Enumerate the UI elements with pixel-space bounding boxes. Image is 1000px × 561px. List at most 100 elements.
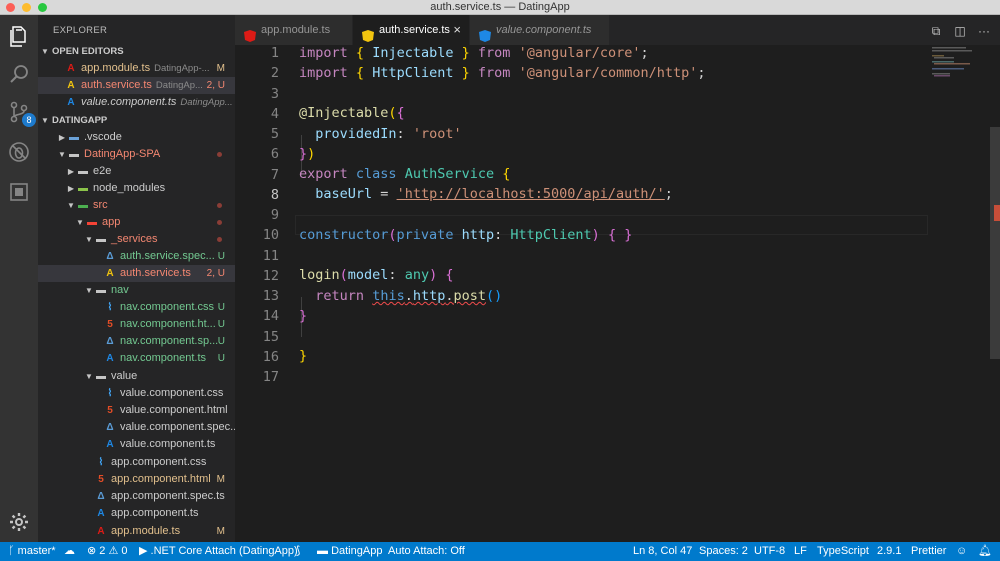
line-number: 5 xyxy=(270,126,279,142)
workspace-header[interactable]: ▼ DATINGAPP xyxy=(38,112,235,129)
tree-item-label: value.component.spec... xyxy=(120,421,235,433)
chevron-down-icon[interactable]: ▼ xyxy=(75,214,85,231)
files-icon[interactable] xyxy=(7,24,31,48)
line-number: 10 xyxy=(262,227,279,244)
tree-item-label: app.module.ts xyxy=(111,525,181,537)
close-icon[interactable]: × xyxy=(453,15,461,45)
ts-file-icon: A xyxy=(97,508,105,519)
tree-file[interactable]: ⌇ nav.component.css U xyxy=(38,299,235,316)
tree-folder[interactable]: ▼ ▬ nav xyxy=(38,282,235,299)
tree-item-label: app.component.ts xyxy=(111,507,199,519)
tree-file[interactable]: Δvalue.component.spec... xyxy=(38,419,235,436)
git-branch-icon: ᚴ xyxy=(8,545,15,557)
chevron-right-icon[interactable]: ▶ xyxy=(66,180,76,197)
angular-service-icon xyxy=(362,24,374,42)
sync-icon[interactable]: ☁ xyxy=(64,542,75,561)
eol-status[interactable]: LF xyxy=(794,542,807,561)
code-line: baseUrl = 'http://localhost:5000/api/aut… xyxy=(315,186,673,202)
settings-gear-icon[interactable] xyxy=(7,510,31,534)
chevron-down-icon[interactable]: ▼ xyxy=(84,368,94,385)
source-control-icon[interactable]: 8 xyxy=(7,100,36,127)
indentation-status[interactable]: Spaces: 2 xyxy=(699,542,748,561)
formatter-status[interactable]: Prettier xyxy=(911,542,946,561)
git-status: M xyxy=(216,63,225,74)
chevron-right-icon[interactable]: ▶ xyxy=(57,129,67,146)
split-editor-icon[interactable]: ◫ xyxy=(952,23,968,39)
line-number: 11 xyxy=(262,247,279,264)
cursor-position[interactable]: Ln 8, Col 47 xyxy=(633,542,692,561)
tree-item-label: auth.service.spec... xyxy=(120,250,215,262)
tree-file[interactable]: Aapp.module.ts M xyxy=(38,523,235,540)
warning-icon: ⚠ xyxy=(108,545,119,557)
tree-file[interactable]: ⌇ value.component.css xyxy=(38,385,235,402)
tree-folder[interactable]: ▶ ▬ node_modules xyxy=(38,180,235,197)
tab-auth-service[interactable]: auth.service.ts × xyxy=(353,15,470,45)
open-changes-icon[interactable]: ⧉ xyxy=(928,23,944,39)
tree-file[interactable]: Aapp.component.ts xyxy=(38,505,235,522)
window-title: auth.service.ts — DatingApp xyxy=(430,1,570,13)
branch-status[interactable]: ᚴ master* xyxy=(8,542,56,561)
tree-file[interactable]: 5 app.component.html M xyxy=(38,471,235,488)
chevron-down-icon[interactable]: ▼ xyxy=(84,231,94,248)
tree-folder[interactable]: ▼ ▬ app xyxy=(38,214,235,231)
tree-file[interactable]: Anav.component.ts U xyxy=(38,350,235,367)
folder-icon: ▬ xyxy=(87,217,97,228)
open-editor-item[interactable]: A value.component.ts DatingApp... xyxy=(38,94,235,111)
tree-item-label: nav.component.css xyxy=(120,301,214,313)
ts-version[interactable]: 2.9.1 xyxy=(877,542,901,561)
scrollbar-thumb[interactable] xyxy=(990,127,1000,359)
tree-file[interactable]: 5 nav.component.ht... U xyxy=(38,316,235,333)
scm-badge: 8 xyxy=(22,113,36,127)
tree-file[interactable]: Δauth.service.spec... U xyxy=(38,248,235,265)
code-editor[interactable]: 1 2 3 4 5 6 7 8 9 10 11 12 13 14 15 16 17 import { Injec… xyxy=(235,45,990,542)
folder-icon: ▬ xyxy=(69,149,79,160)
encoding-status[interactable]: UTF-8 xyxy=(754,542,785,561)
minimap[interactable] xyxy=(930,45,990,85)
tree-folder[interactable]: ▶ ▬ e2e xyxy=(38,163,235,180)
search-icon[interactable] xyxy=(7,62,31,86)
tree-file[interactable]: Δnav.component.sp... U xyxy=(38,333,235,350)
chevron-down-icon[interactable]: ▼ xyxy=(84,282,94,299)
spec-file-icon: Δ xyxy=(106,422,114,433)
open-editor-item[interactable]: A auth.service.ts DatingAp... 2, U xyxy=(38,77,235,94)
tree-folder[interactable]: ▼ ▬ value xyxy=(38,368,235,385)
tree-folder[interactable]: ▼ ▬ _services xyxy=(38,231,235,248)
debug-config-status[interactable]: ▶ .NET Core Attach (DatingApp) xyxy=(139,542,298,561)
chevron-right-icon[interactable]: ▶ xyxy=(66,163,76,180)
tree-item-label: app.component.html xyxy=(111,473,211,485)
debug-icon[interactable] xyxy=(7,140,31,164)
auto-attach-status[interactable]: Auto Attach: Off xyxy=(388,542,465,561)
chevron-down-icon[interactable]: ▼ xyxy=(66,197,76,214)
tree-folder[interactable]: ▶ ▬ .vscode xyxy=(38,129,235,146)
feedback-icon[interactable]: ☺ xyxy=(956,542,967,561)
line-number: 6 xyxy=(270,146,279,163)
more-actions-icon[interactable]: ··· xyxy=(976,23,992,39)
code-line: import { Injectable } from '@angular/cor… xyxy=(299,45,649,61)
tab-value-component[interactable]: value.component.ts xyxy=(470,15,610,45)
live-share-icon[interactable]: ⟆ xyxy=(296,542,300,561)
line-number: 3 xyxy=(270,85,279,102)
tree-folder[interactable]: ▼ ▬ DatingApp-SPA xyxy=(38,146,235,163)
ts-file-icon: A xyxy=(106,439,114,450)
problems-status[interactable]: ⊗ 2 ⚠ 0 xyxy=(87,542,128,561)
editor-scrollbar[interactable] xyxy=(990,45,1000,542)
tree-file[interactable]: ⌇ app.component.css xyxy=(38,454,235,471)
notifications-icon[interactable]: 🔔︎ xyxy=(978,542,992,561)
language-mode[interactable]: TypeScript xyxy=(817,542,869,561)
extensions-icon[interactable] xyxy=(7,180,31,204)
tree-folder[interactable]: ▼ ▬ src xyxy=(38,197,235,214)
tree-item-label: value xyxy=(111,370,138,382)
explorer-title: EXPLORER xyxy=(53,25,108,36)
folder-status[interactable]: ▬ DatingApp xyxy=(317,542,382,561)
error-dot xyxy=(217,220,222,225)
tab-app-module[interactable]: app.module.ts xyxy=(235,15,353,45)
tree-file[interactable]: Aauth.service.ts 2, U xyxy=(38,265,235,282)
angular-service-icon: A xyxy=(67,80,75,91)
open-editor-desc: DatingApp... xyxy=(180,97,233,108)
tree-file[interactable]: Avalue.component.ts xyxy=(38,436,235,453)
open-editors-header[interactable]: ▼ OPEN EDITORS xyxy=(38,43,235,60)
tree-file[interactable]: 5 value.component.html xyxy=(38,402,235,419)
chevron-down-icon[interactable]: ▼ xyxy=(57,146,67,163)
tree-file[interactable]: Δapp.component.spec.ts xyxy=(38,488,235,505)
open-editor-item[interactable]: A app.module.ts DatingApp-... M xyxy=(38,60,235,77)
